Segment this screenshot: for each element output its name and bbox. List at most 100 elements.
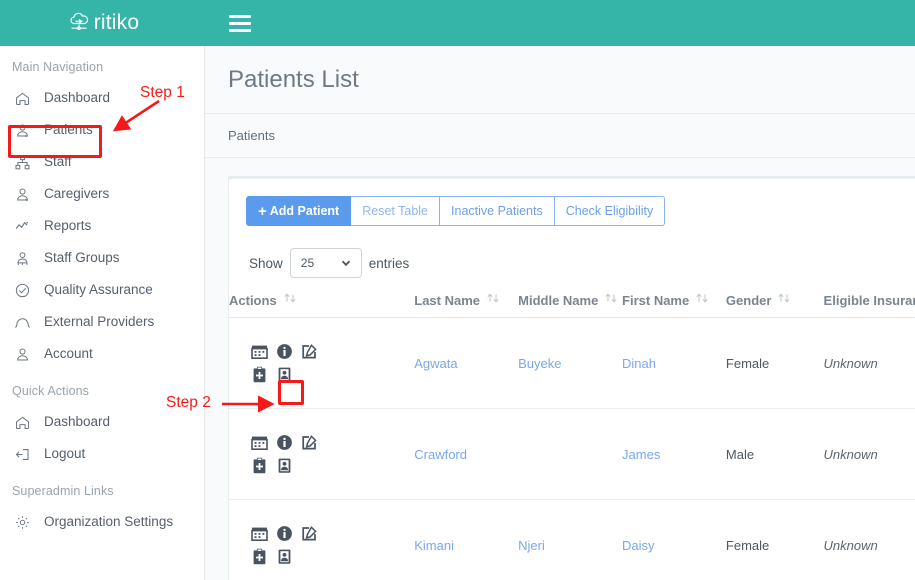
top-bar: ritiko <box>0 0 915 46</box>
sidebar-item-patients[interactable]: Patients <box>0 114 204 146</box>
patients-card: +Add Patient Reset Table Inactive Patien… <box>228 176 915 580</box>
sidebar-item-quick-dashboard[interactable]: Dashboard <box>0 406 204 438</box>
calendar-icon[interactable] <box>247 431 272 454</box>
hamburger-menu-icon[interactable] <box>229 15 251 32</box>
patient-middle-name-link[interactable]: Njeri <box>518 538 545 553</box>
column-header-middle-name[interactable]: Middle Name <box>518 292 622 318</box>
sidebar-item-label: Reports <box>44 219 91 233</box>
sidebar-item-account[interactable]: Account <box>0 338 204 370</box>
sidebar-item-staff[interactable]: Staff <box>0 146 204 178</box>
check-eligibility-button[interactable]: Check Eligibility <box>555 196 666 226</box>
clipboard-plus-icon[interactable] <box>247 454 272 477</box>
sidebar-section-title: Main Navigation <box>0 46 204 82</box>
reset-table-button[interactable]: Reset Table <box>351 196 440 226</box>
patient-first-name-link[interactable]: James <box>622 447 660 462</box>
sidebar-item-label: Dashboard <box>44 91 110 105</box>
row-action-icons <box>247 522 323 568</box>
calendar-icon[interactable] <box>247 340 272 363</box>
cell-middle-name: Buyeke <box>518 318 622 409</box>
hamburger-bar <box>229 22 251 25</box>
breadcrumb-item[interactable]: Patients <box>228 128 275 143</box>
inactive-patients-button[interactable]: Inactive Patients <box>440 196 555 226</box>
cell-last-name: Crawford <box>414 409 518 500</box>
sidebar-item-logout[interactable]: Logout <box>0 438 204 470</box>
gender-value: Female <box>726 538 769 553</box>
column-header-eligible-insurance[interactable]: Eligible Insurance <box>824 292 915 318</box>
column-header-gender[interactable]: Gender <box>726 292 824 318</box>
sort-icon[interactable] <box>777 292 791 307</box>
sidebar-item-reports[interactable]: Reports <box>0 210 204 242</box>
table-body: Agwata Buyeke Dinah Female Unknown <box>229 318 915 580</box>
row-actions-cell <box>229 500 414 580</box>
page-size-select[interactable]: 25 <box>290 248 362 278</box>
info-circle-icon[interactable] <box>272 522 297 545</box>
sort-icon[interactable] <box>604 292 618 307</box>
sidebar-item-staff-groups[interactable]: Staff Groups <box>0 242 204 274</box>
cell-eligible-insurance: Unknown <box>824 409 915 500</box>
info-circle-icon[interactable] <box>272 340 297 363</box>
clipboard-plus-icon[interactable] <box>247 545 272 568</box>
patient-user-icon <box>14 122 31 139</box>
sidebar-item-quality-assurance[interactable]: Quality Assurance <box>0 274 204 306</box>
cell-last-name: Agwata <box>414 318 518 409</box>
info-circle-icon[interactable] <box>272 431 297 454</box>
main-content: Patients List Patients +Add Patient Rese… <box>205 46 915 580</box>
column-header-last-name[interactable]: Last Name <box>414 292 518 318</box>
cell-eligible-insurance: Unknown <box>824 318 915 409</box>
gender-value: Female <box>726 356 769 371</box>
insurance-value: Unknown <box>824 447 878 462</box>
hamburger-bar <box>229 29 251 32</box>
table-row[interactable]: Kimani Njeri Daisy Female Unknown <box>229 500 915 580</box>
cell-first-name: Daisy <box>622 500 726 580</box>
column-label: Middle Name <box>518 293 598 308</box>
sort-icon[interactable] <box>283 292 297 307</box>
column-header-actions[interactable]: Actions <box>229 292 414 318</box>
hamburger-bar <box>229 15 251 18</box>
patient-first-name-link[interactable]: Dinah <box>622 356 656 371</box>
patient-last-name-link[interactable]: Kimani <box>414 538 454 553</box>
breadcrumb: Patients <box>205 114 915 158</box>
calendar-icon[interactable] <box>247 522 272 545</box>
home-icon <box>14 414 31 431</box>
cell-eligible-insurance: Unknown <box>824 500 915 580</box>
brand-logo[interactable]: ritiko <box>0 0 205 46</box>
id-card-icon[interactable] <box>272 454 297 477</box>
entries-label: entries <box>369 256 410 271</box>
brand-name: ritiko <box>94 11 140 35</box>
sidebar-item-dashboard[interactable]: Dashboard <box>0 82 204 114</box>
clipboard-plus-icon[interactable] <box>247 363 272 386</box>
show-label: Show <box>249 256 283 271</box>
patient-last-name-link[interactable]: Crawford <box>414 447 467 462</box>
patient-first-name-link[interactable]: Daisy <box>622 538 655 553</box>
sidebar-item-organization-settings[interactable]: Organization Settings <box>0 506 204 538</box>
row-actions-cell <box>229 409 414 500</box>
sidebar-item-caregivers[interactable]: Caregivers <box>0 178 204 210</box>
sort-icon[interactable] <box>695 292 709 307</box>
id-card-icon[interactable] <box>272 545 297 568</box>
app-root: ritiko Main Navigation Dashboard Patient… <box>0 0 915 580</box>
caregiver-user-icon <box>14 186 31 203</box>
table-row[interactable]: Crawford James Male Unknown <box>229 409 915 500</box>
id-card-icon[interactable] <box>272 363 297 386</box>
column-label: Last Name <box>414 293 480 308</box>
edit-square-icon[interactable] <box>297 431 322 454</box>
toolbar-button-group: +Add Patient Reset Table Inactive Patien… <box>229 179 915 226</box>
sort-icon[interactable] <box>486 292 500 307</box>
stethoscope-icon <box>14 314 31 331</box>
edit-square-icon[interactable] <box>297 522 322 545</box>
edit-square-icon[interactable] <box>297 340 322 363</box>
column-label: Eligible Insurance <box>824 293 915 308</box>
sidebar-item-label: Staff <box>44 155 72 169</box>
sidebar-item-external-providers[interactable]: External Providers <box>0 306 204 338</box>
table-row[interactable]: Agwata Buyeke Dinah Female Unknown <box>229 318 915 409</box>
cell-last-name: Kimani <box>414 500 518 580</box>
patient-last-name-link[interactable]: Agwata <box>414 356 457 371</box>
column-header-first-name[interactable]: First Name <box>622 292 726 318</box>
add-patient-button[interactable]: +Add Patient <box>246 196 351 226</box>
chevron-down-icon <box>340 257 352 272</box>
check-circle-icon <box>14 282 31 299</box>
row-action-icons <box>247 340 323 386</box>
sidebar-item-label: Patients <box>44 123 93 137</box>
patient-middle-name-link[interactable]: Buyeke <box>518 356 561 371</box>
sidebar-section-title: Superadmin Links <box>0 470 204 506</box>
